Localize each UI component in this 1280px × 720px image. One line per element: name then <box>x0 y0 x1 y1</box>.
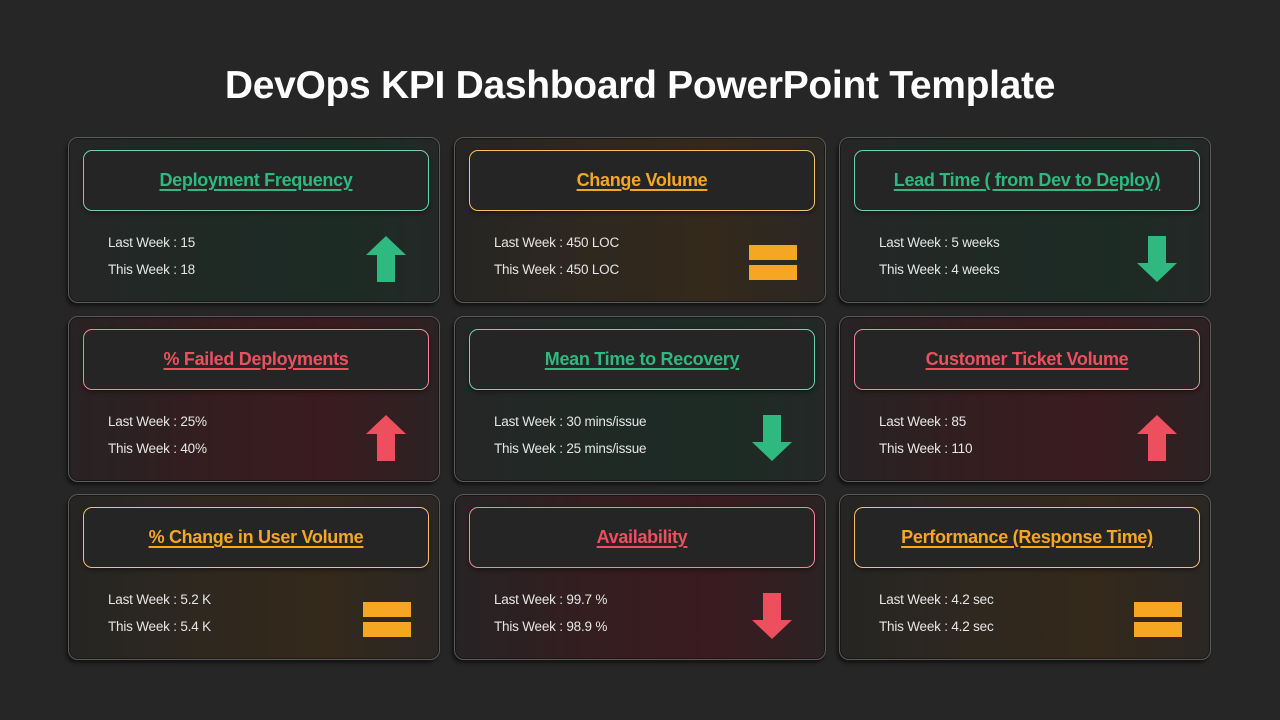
kpi-card-header: Availability <box>469 507 815 568</box>
up-arrow-icon <box>366 236 406 282</box>
down-arrow-icon <box>752 415 792 461</box>
kpi-card-title: % Change in User Volume <box>148 527 364 547</box>
kpi-card-header: Customer Ticket Volume <box>854 329 1200 390</box>
this-week-value: This Week : 4 weeks <box>879 262 1000 277</box>
this-week-value: This Week : 110 <box>879 441 973 456</box>
kpi-card-title: Deployment Frequency <box>159 170 353 190</box>
kpi-card-header: Mean Time to Recovery <box>469 329 815 390</box>
kpi-card-title: Lead Time ( from Dev to Deploy) <box>893 170 1161 190</box>
this-week-value: This Week : 25 mins/issue <box>494 441 647 456</box>
kpi-card-header: Performance (Response Time) <box>854 507 1200 568</box>
last-week-value: Last Week : 30 mins/issue <box>494 414 647 429</box>
kpi-card: Performance (Response Time) Last Week : 4… <box>839 494 1211 660</box>
kpi-card: Deployment Frequency Last Week : 15 This W… <box>68 137 440 303</box>
kpi-card-title: Mean Time to Recovery <box>544 349 740 369</box>
this-week-value: This Week : 18 <box>108 262 195 277</box>
kpi-card: Mean Time to Recovery Last Week : 30 mins… <box>454 316 826 482</box>
kpi-card: Lead Time ( from Dev to Deploy) Last Week… <box>839 137 1211 303</box>
kpi-card-header: % Failed Deployments <box>83 329 429 390</box>
last-week-value: Last Week : 15 <box>108 235 196 250</box>
kpi-card-header: % Change in User Volume <box>83 507 429 568</box>
kpi-card: % Failed Deployments Last Week : 25% This … <box>68 316 440 482</box>
up-arrow-icon <box>1137 415 1177 461</box>
kpi-card-header: Change Volume <box>469 150 815 211</box>
kpi-card-header: Lead Time ( from Dev to Deploy) <box>854 150 1200 211</box>
last-week-value: Last Week : 450 LOC <box>494 235 620 250</box>
equals-icon <box>363 602 411 638</box>
kpi-card: Customer Ticket Volume Last Week : 85 This… <box>839 316 1211 482</box>
kpi-card: % Change in User Volume Last Week : 5.2 K… <box>68 494 440 660</box>
kpi-card: Change Volume Last Week : 450 LOC This Wee… <box>454 137 826 303</box>
kpi-card-header: Deployment Frequency <box>83 150 429 211</box>
this-week-value: This Week : 5.4 K <box>108 619 211 634</box>
this-week-value: This Week : 4.2 sec <box>879 619 994 634</box>
kpi-card-title: % Failed Deployments <box>163 349 349 369</box>
this-week-value: This Week : 450 LOC <box>494 262 620 277</box>
kpi-card-title: Change Volume <box>576 170 708 190</box>
last-week-value: Last Week : 5.2 K <box>108 592 211 607</box>
kpi-card: Availability Last Week : 99.7 % This Week … <box>454 494 826 660</box>
this-week-value: This Week : 40% <box>108 441 207 456</box>
down-arrow-icon <box>1137 236 1177 282</box>
kpi-card-title: Availability <box>596 527 688 547</box>
equals-icon <box>749 245 797 281</box>
last-week-value: Last Week : 99.7 % <box>494 592 608 607</box>
equals-icon <box>1134 602 1182 638</box>
down-arrow-icon <box>752 593 792 639</box>
last-week-value: Last Week : 25% <box>108 414 207 429</box>
kpi-card-title: Customer Ticket Volume <box>925 349 1129 369</box>
kpi-card-title: Performance (Response Time) <box>901 527 1153 547</box>
last-week-value: Last Week : 4.2 sec <box>879 592 994 607</box>
this-week-value: This Week : 98.9 % <box>494 619 608 634</box>
page-title: DevOps KPI Dashboard PowerPoint Template <box>224 64 1056 107</box>
up-arrow-icon <box>366 415 406 461</box>
last-week-value: Last Week : 5 weeks <box>879 235 1000 250</box>
last-week-value: Last Week : 85 <box>879 414 967 429</box>
